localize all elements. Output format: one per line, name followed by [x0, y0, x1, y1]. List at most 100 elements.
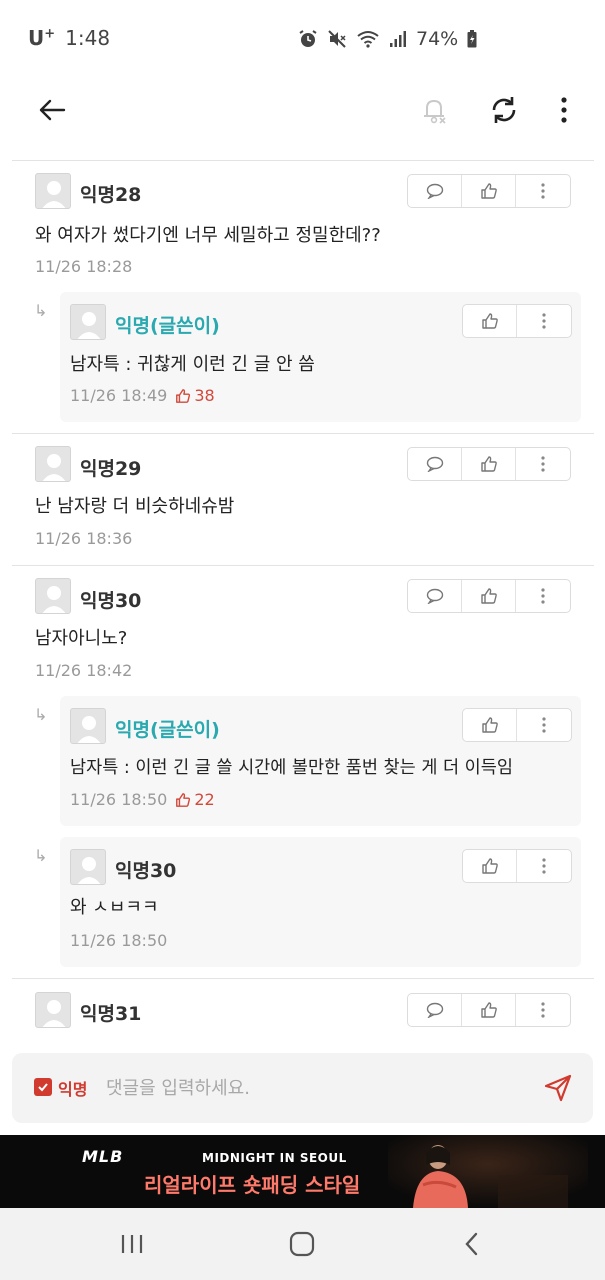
system-back-button[interactable]: [452, 1226, 492, 1262]
comment-author: 익명30: [80, 590, 142, 612]
bell-off-icon: [424, 99, 446, 124]
reply-item: 익명30 와 ㅅㅂㅋㅋ 11/26 18:50: [60, 837, 581, 967]
comment-more-button[interactable]: [517, 709, 571, 741]
default-avatar-icon: [77, 716, 101, 743]
comment-author: 익명28: [80, 184, 142, 206]
ad-banner[interactable]: MLB MIDNIGHT IN SEOUL 리얼라이프 숏패딩 스타일: [0, 1135, 605, 1208]
comment-time: 11/26 18:28: [35, 257, 133, 276]
reply-item: 익명(글쓴이) 남자특 : 귀찮게 이런 긴 글 안 씀 11/26 18:49…: [60, 292, 581, 422]
comment-text: 남자특 : 귀찮게 이런 긴 글 안 씀: [70, 354, 315, 375]
speech-bubble-icon: [426, 1002, 443, 1018]
like-button[interactable]: [462, 175, 516, 207]
notification-toggle-button[interactable]: [410, 86, 458, 134]
reply-actions: [462, 708, 572, 742]
default-avatar-icon: [77, 857, 101, 884]
comment-time: 11/26 18:42: [35, 661, 133, 680]
comment-text: 남자특 : 이런 긴 글 쓸 시간에 볼만한 품번 찾는 게 더 이득임: [70, 758, 513, 778]
battery-icon: [467, 30, 477, 48]
speech-bubble-icon: [426, 183, 443, 199]
like-button[interactable]: [462, 448, 516, 480]
comment-meta: 11/26 18:36: [35, 529, 132, 548]
more-options-button[interactable]: [540, 86, 588, 134]
comment-time: 11/26 18:50: [70, 790, 168, 809]
comment-text: 남자아니노?: [35, 628, 128, 649]
check-icon: [38, 1083, 48, 1092]
avatar: [35, 992, 71, 1028]
status-icons: 74%: [298, 28, 477, 50]
comment-more-button[interactable]: [516, 448, 570, 480]
home-button[interactable]: [282, 1226, 322, 1262]
reply-indicator-icon: ↳: [34, 301, 48, 320]
ad-model-image: [388, 1135, 588, 1208]
reply-button[interactable]: [408, 175, 462, 207]
reply-button[interactable]: [408, 580, 462, 612]
like-count: 22: [175, 790, 215, 809]
like-count-value: 38: [194, 386, 215, 405]
ad-subtitle: 리얼라이프 숏패딩 스타일: [144, 1173, 361, 1197]
reply-button[interactable]: [408, 994, 462, 1026]
comment-text: 난 남자랑 더 비슷하네슈밤: [35, 496, 235, 517]
thumbs-up-icon: [480, 588, 497, 604]
comment-more-button[interactable]: [517, 305, 571, 337]
comment-actions: [407, 579, 571, 613]
default-avatar-icon: [42, 454, 66, 481]
comment-meta: 11/26 18:42: [35, 661, 132, 680]
more-vertical-icon: [541, 456, 545, 472]
like-count-value: 22: [194, 790, 215, 809]
reply-indicator-icon: ↳: [34, 846, 48, 865]
default-avatar-icon: [77, 312, 101, 339]
send-button[interactable]: [541, 1071, 575, 1105]
more-vertical-icon: [542, 313, 546, 329]
like-button[interactable]: [463, 709, 517, 741]
comment-actions: [407, 174, 571, 208]
more-vertical-icon: [541, 183, 545, 199]
comment-time: 11/26 18:50: [70, 931, 168, 950]
back-arrow-icon: [39, 99, 66, 121]
thumbs-up-icon: [480, 183, 497, 199]
comment-author-op: 익명(글쓴이): [115, 719, 220, 741]
comment-more-button[interactable]: [516, 580, 570, 612]
speech-bubble-icon: [426, 456, 443, 472]
avatar: [70, 708, 106, 744]
thumbs-up-icon: [481, 313, 498, 329]
like-button[interactable]: [463, 305, 517, 337]
thumbs-up-icon: [480, 456, 497, 472]
refresh-button[interactable]: [480, 86, 528, 134]
comment-meta: 11/26 18:50 22: [70, 790, 215, 809]
back-button[interactable]: [28, 86, 76, 134]
comment-actions: [407, 447, 571, 481]
app-header: [0, 76, 605, 160]
comment-meta: 11/26 18:50: [70, 931, 167, 950]
like-button[interactable]: [463, 850, 517, 882]
comment-more-button[interactable]: [516, 175, 570, 207]
status-time: 1:48: [65, 26, 111, 50]
like-button[interactable]: [462, 994, 516, 1026]
more-vertical-icon: [541, 588, 545, 604]
more-vertical-icon: [542, 858, 546, 874]
refresh-icon: [492, 97, 516, 123]
alarm-icon: [299, 30, 317, 47]
more-vertical-icon: [542, 717, 546, 733]
speech-bubble-icon: [426, 588, 443, 604]
avatar: [35, 173, 71, 209]
anonymous-label: 익명: [58, 1080, 88, 1099]
comment-author-op: 익명(글쓴이): [115, 315, 220, 337]
comment-item: 익명30 남자아니노? 11/26 18:42 ↳ 익명(글쓴이) 남자특 : …: [0, 566, 605, 978]
like-button[interactable]: [462, 580, 516, 612]
comment-input[interactable]: [106, 1071, 526, 1105]
comment-item: 익명31: [0, 979, 605, 1041]
comment-more-button[interactable]: [517, 850, 571, 882]
thumbs-up-icon: [480, 1002, 497, 1018]
reply-button[interactable]: [408, 448, 462, 480]
comment-item: 익명29 난 남자랑 더 비슷하네슈밤 11/26 18:36: [0, 434, 605, 565]
comment-more-button[interactable]: [516, 994, 570, 1026]
recent-apps-button[interactable]: [112, 1226, 152, 1262]
comment-author: 익명31: [80, 1003, 142, 1025]
reply-actions: [462, 304, 572, 338]
status-left: U+ 1:48: [28, 26, 110, 50]
comment-meta: 11/26 18:28: [35, 257, 132, 276]
comment-author: 익명30: [115, 860, 177, 882]
system-nav-bar: [0, 1208, 605, 1280]
anonymous-checkbox[interactable]: [34, 1078, 52, 1096]
thumbs-up-icon: [176, 388, 191, 403]
